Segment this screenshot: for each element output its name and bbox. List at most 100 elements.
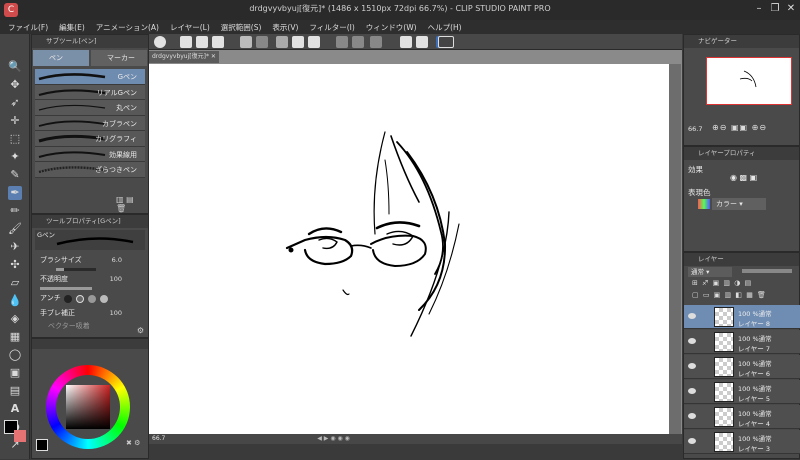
menu-filter[interactable]: フィルター(I) (309, 22, 354, 33)
auto-select-icon[interactable]: ✦ (8, 150, 22, 164)
antialias-strong[interactable] (100, 295, 108, 303)
navigator-preview[interactable] (706, 57, 792, 105)
operation-tool-icon[interactable]: ➶ (8, 96, 22, 110)
menu-animation[interactable]: アニメーション(A) (96, 22, 159, 33)
brush-item[interactable]: Gペン (35, 69, 145, 85)
antialias-none[interactable] (64, 295, 72, 303)
clear-icon[interactable] (292, 36, 304, 48)
minimize-icon[interactable]: – (752, 2, 766, 16)
brush-item[interactable]: カリグラフィ (35, 131, 145, 147)
brush-item[interactable]: ざらつきペン (35, 162, 145, 178)
opacity-row[interactable]: 不透明度 100 (32, 273, 148, 286)
pencil-tool-icon[interactable]: ✏ (8, 204, 22, 218)
brush-size-row[interactable]: ブラシサイズ 6.0 (32, 254, 148, 267)
ruler-icon[interactable] (416, 36, 428, 48)
menu-help[interactable]: ヘルプ(H) (428, 22, 462, 33)
document-tab[interactable]: drdgvyvbyuj[復元]* ✕ (149, 51, 219, 63)
new-file-icon[interactable] (180, 36, 192, 48)
move-tool-icon[interactable]: ✥ (8, 78, 22, 92)
stabilization-row[interactable]: 手ブレ補正 100 (32, 307, 148, 320)
crop-icon[interactable] (370, 36, 382, 48)
visibility-eye-icon[interactable] (688, 413, 696, 419)
effect-icons[interactable]: ◉ ▩ ▣ (730, 173, 770, 183)
menu-file[interactable]: ファイル(F) (8, 22, 48, 33)
opacity-slider[interactable] (40, 287, 92, 290)
brush-item[interactable]: カブラペン (35, 115, 145, 131)
ruler-tool-icon[interactable]: ▤ (8, 384, 22, 398)
canvas-paper[interactable] (149, 64, 669, 442)
airbrush-icon[interactable]: ✈ (8, 240, 22, 254)
brush-item[interactable]: 効果線用 (35, 146, 145, 162)
layer-actions-icons[interactable]: ▢ ▭ ▣ ▥ ◧ ▦ 🗑 (692, 291, 796, 301)
layer-opacity-slider[interactable] (742, 269, 792, 273)
brush-item[interactable]: リアルGペン (35, 84, 145, 100)
tab-marker[interactable]: マーカー (91, 50, 147, 66)
vector-row[interactable]: ベクター吸着 (32, 320, 148, 333)
close-icon[interactable]: ✕ (784, 2, 798, 16)
tool-property-settings-icon[interactable]: ⚙ (137, 326, 144, 335)
move-layer-icon[interactable]: ✛ (8, 114, 22, 128)
brush-item[interactable]: 丸ペン (35, 100, 145, 116)
brush-tool-icon[interactable]: 🖌 (8, 222, 22, 236)
sub-color-swatch[interactable] (14, 430, 26, 442)
snap-icon[interactable] (400, 36, 412, 48)
menu-selection[interactable]: 選択範囲(S) (221, 22, 262, 33)
visibility-eye-icon[interactable] (688, 313, 696, 319)
gradient-icon[interactable]: ▦ (8, 330, 22, 344)
eraser-icon[interactable]: ▱ (8, 276, 22, 290)
layer-row[interactable]: 100 %通常 レイヤー 3 (684, 430, 800, 454)
canvas-area[interactable] (149, 50, 682, 444)
menu-edit[interactable]: 編集(E) (59, 22, 85, 33)
main-color-icon[interactable] (36, 439, 48, 451)
antialias-row[interactable]: アンチ (32, 292, 148, 305)
color-set-icon[interactable]: ✖ ⚙ (126, 439, 146, 449)
redo-icon[interactable] (256, 36, 268, 48)
undo-icon[interactable] (240, 36, 252, 48)
layer-row[interactable]: 100 %通常 レイヤー 5 (684, 380, 800, 404)
layer-thumbnail (714, 407, 734, 427)
decoration-icon[interactable]: ✣ (8, 258, 22, 272)
antialias-mid[interactable] (88, 295, 96, 303)
antialias-weak[interactable] (76, 295, 84, 303)
layer-row[interactable]: 100 %通常 レイヤー 4 (684, 405, 800, 429)
layer-options-icons[interactable]: ⊞ ♐ ▣ ▥ ◑ ▤ (692, 279, 796, 289)
layer-row[interactable]: 100 %通常 レイヤー 8 (684, 305, 800, 329)
menu-window[interactable]: ウィンドウ(W) (366, 22, 417, 33)
layer-row[interactable]: 100 %通常 レイヤー 7 (684, 330, 800, 354)
transform-icon[interactable] (276, 36, 288, 48)
zoom-tool-icon[interactable]: 🔍 (8, 60, 22, 74)
selection-tool-icon[interactable]: ⬚ (8, 132, 22, 146)
select-all-icon[interactable] (336, 36, 348, 48)
blend-mode-select[interactable]: 通常 ▾ (688, 267, 732, 277)
saturation-value-square[interactable] (66, 385, 110, 429)
help-icon[interactable] (438, 36, 454, 48)
figure-icon[interactable]: ◯ (8, 348, 22, 362)
visibility-eye-icon[interactable] (688, 338, 696, 344)
save-icon[interactable] (212, 36, 224, 48)
open-file-icon[interactable] (196, 36, 208, 48)
layer-row[interactable]: 100 %通常 レイヤー 6 (684, 355, 800, 379)
navigator-controls[interactable]: ⊕⊖ ▣▣ ⊕⊖ (712, 123, 796, 133)
pen-tool-icon[interactable]: ✒ (8, 186, 22, 200)
menu-layer[interactable]: レイヤー(L) (170, 22, 210, 33)
color-mode-select[interactable]: カラー ▾ (712, 198, 766, 210)
visibility-eye-icon[interactable] (688, 388, 696, 394)
menu-view[interactable]: 表示(V) (272, 22, 298, 33)
brush-size-slider[interactable] (56, 268, 96, 271)
fill-tool-icon[interactable]: ◈ (8, 312, 22, 326)
clip-studio-icon[interactable] (154, 36, 166, 48)
fill-icon[interactable] (308, 36, 320, 48)
visibility-eye-icon[interactable] (688, 363, 696, 369)
brush-actions-icon[interactable]: ▥ ▤ 🗑 (116, 195, 146, 213)
maximize-icon[interactable]: ❐ (768, 2, 782, 16)
frame-icon[interactable]: ▣ (8, 366, 22, 380)
app-icon[interactable]: C (4, 3, 18, 17)
vertical-scrollbar[interactable] (669, 64, 681, 444)
eyedropper-icon[interactable]: ✎ (8, 168, 22, 182)
tab-pen[interactable]: ペン (33, 50, 89, 66)
deselect-icon[interactable] (352, 36, 364, 48)
status-nav-icons[interactable]: ◀ ▶ ◉ ◉ ◉ (317, 435, 350, 442)
blend-icon[interactable]: 💧 (8, 294, 22, 308)
visibility-eye-icon[interactable] (688, 438, 696, 444)
text-tool-icon[interactable]: A (8, 402, 22, 416)
